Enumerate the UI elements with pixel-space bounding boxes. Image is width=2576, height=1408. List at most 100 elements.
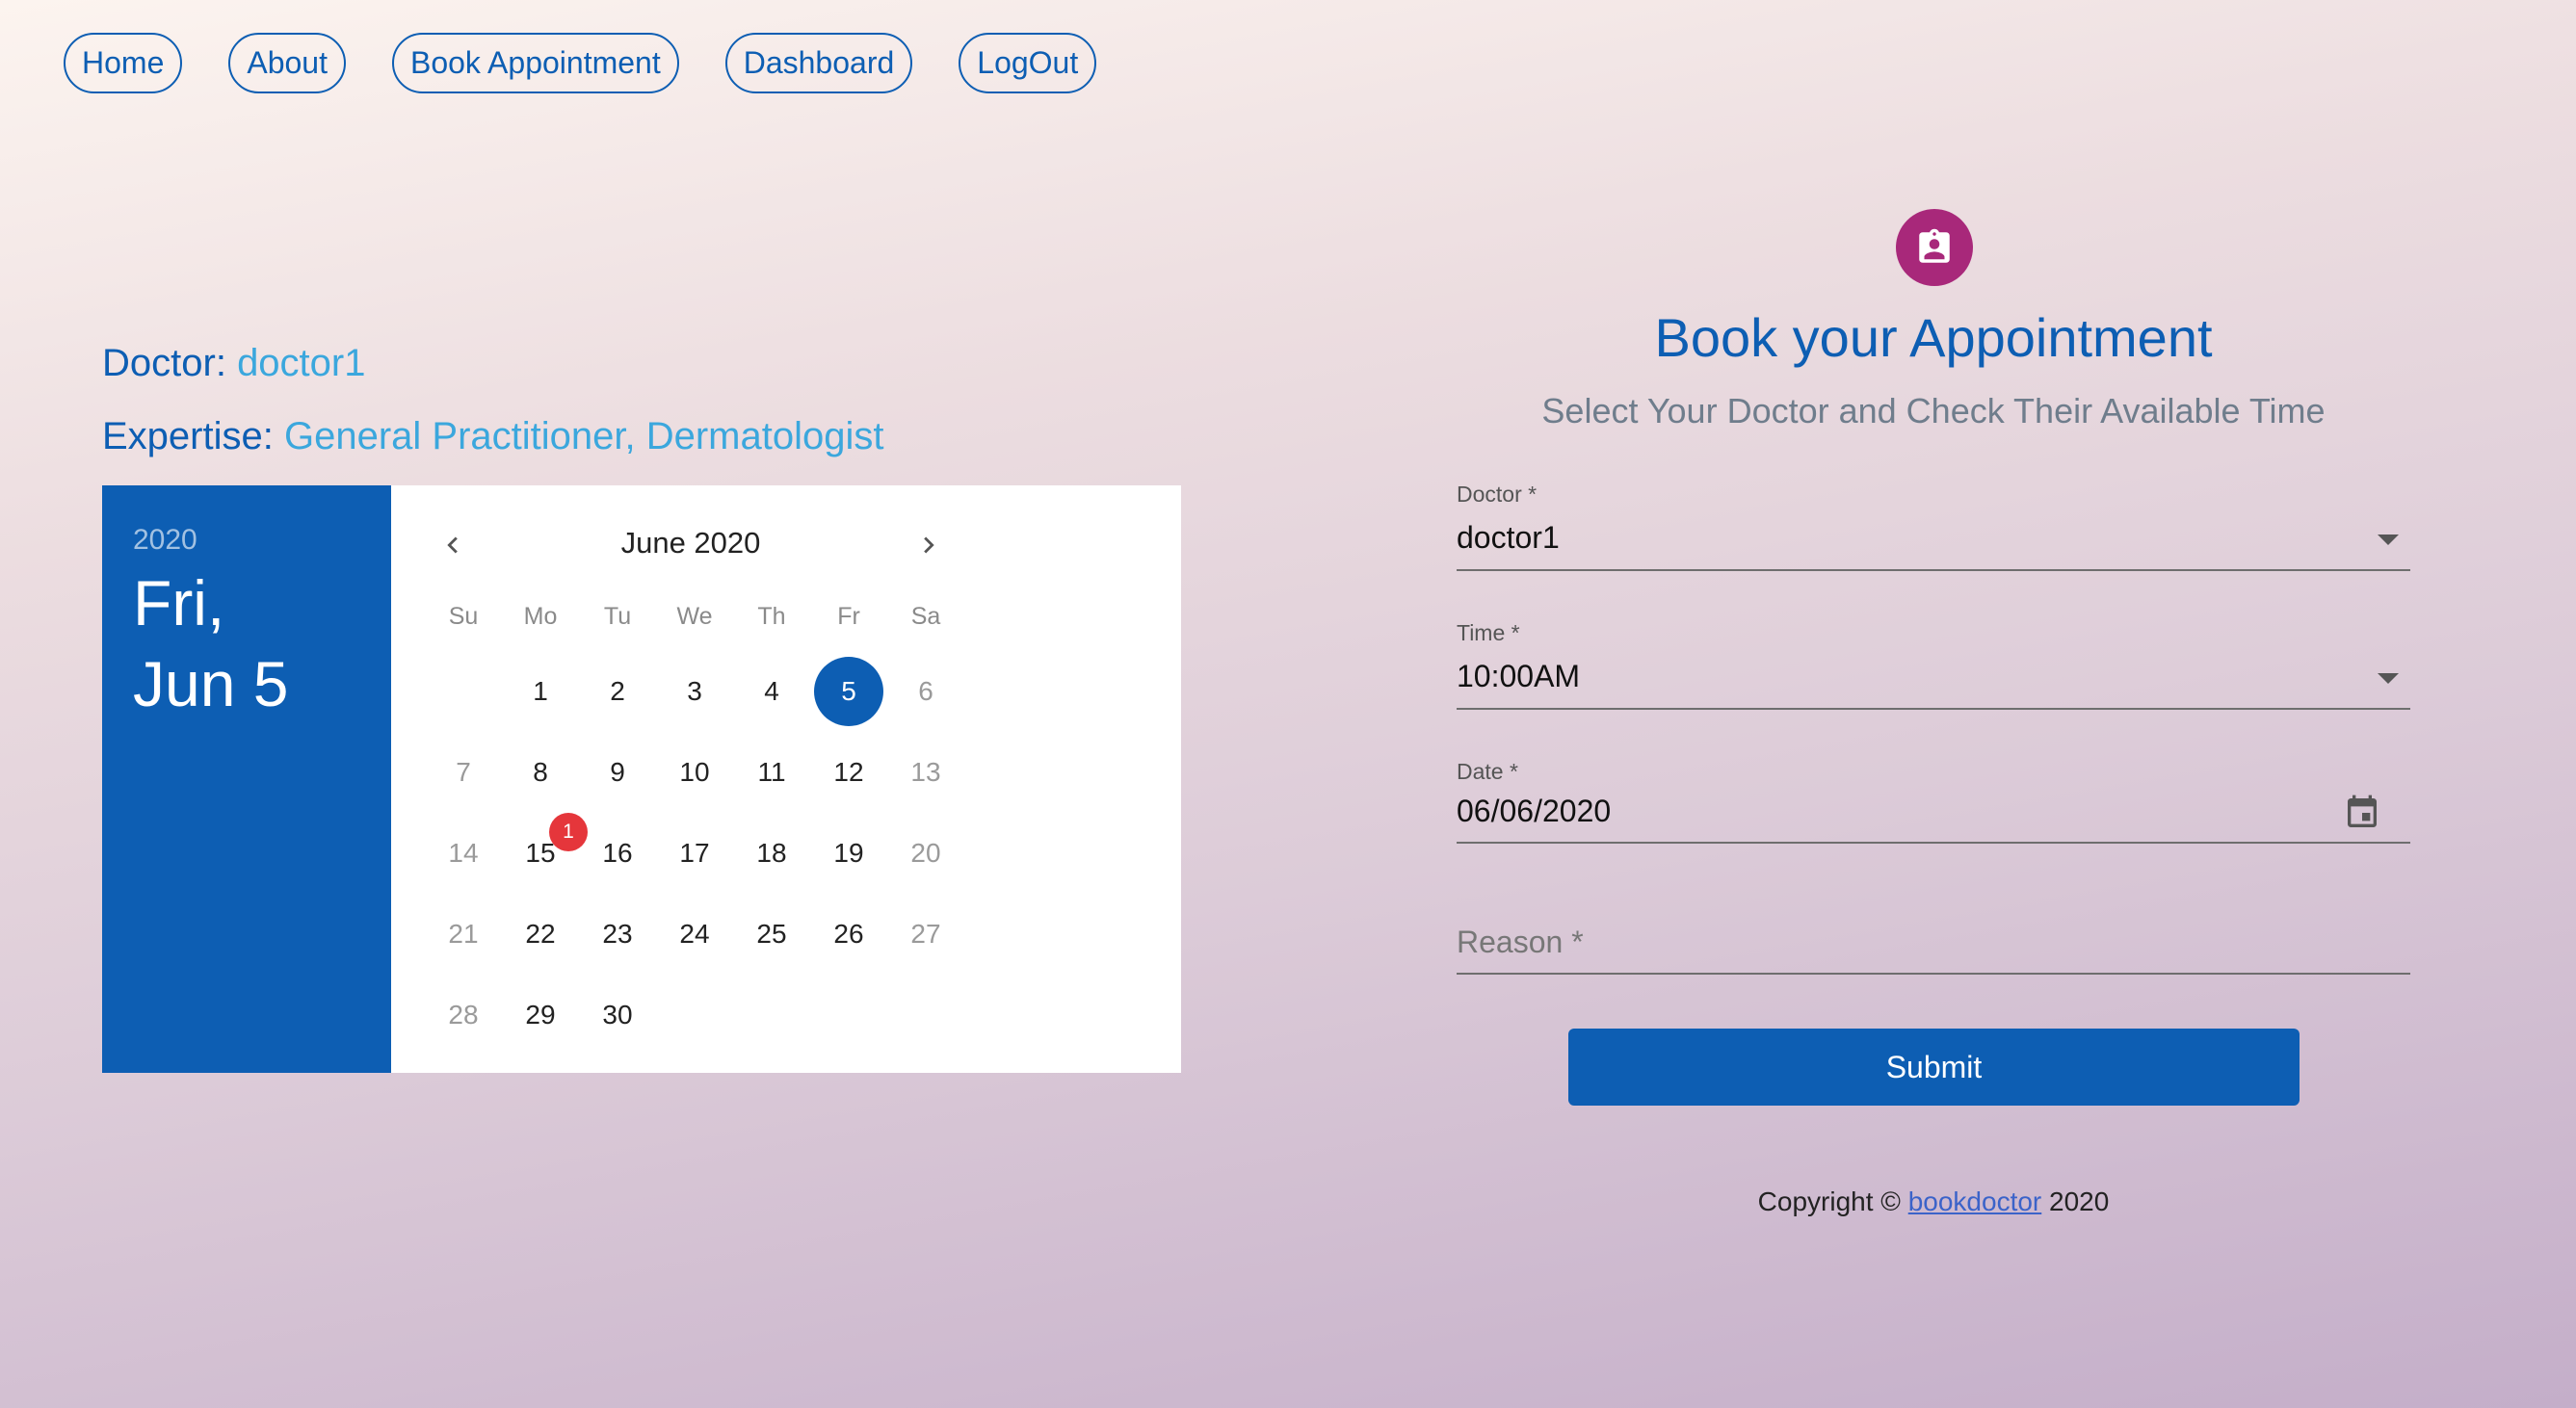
calendar-day-24[interactable]: 24 [656, 900, 733, 969]
month-label: June 2020 [620, 526, 761, 560]
copyright-footer: Copyright © bookdoctor 2020 [1457, 1186, 2410, 1217]
nav-home-button[interactable]: Home [64, 33, 183, 93]
calendar-day-5[interactable]: 5 [810, 657, 887, 726]
calendar-day-8[interactable]: 8 [502, 738, 579, 807]
calendar-day-14[interactable]: 14 [425, 819, 502, 888]
calendar-day-19[interactable]: 19 [810, 819, 887, 888]
calendar-day-1[interactable]: 1 [502, 657, 579, 726]
calendar-day-30[interactable]: 30 [579, 980, 656, 1050]
reason-field[interactable]: Reason * [1457, 905, 2410, 975]
calendar-day-23[interactable]: 23 [579, 900, 656, 969]
calendar-week-row: 14 15 1 16 17 18 19 20 [425, 813, 964, 888]
dropdown-arrow-icon[interactable] [2378, 535, 2399, 545]
calendar-day-16[interactable]: 16 [579, 819, 656, 888]
calendar-day-number: 8 [533, 757, 548, 787]
calendar-day-20[interactable]: 20 [887, 819, 964, 888]
calendar-day-29[interactable]: 29 [502, 980, 579, 1050]
form-title: Book your Appointment [1654, 307, 2213, 368]
doctor-select-value: doctor1 [1457, 520, 1560, 555]
nav-logout-button[interactable]: LogOut [959, 33, 1097, 93]
calendar-week-row: 28 29 30 [425, 980, 964, 1050]
calendar-day-number: 9 [610, 757, 625, 787]
calendar-day-17[interactable]: 17 [656, 819, 733, 888]
calendar-day-number: 13 [910, 757, 941, 787]
calendar-day-18[interactable]: 18 [733, 819, 810, 888]
calendar-day-number: 24 [679, 919, 710, 949]
calendar-week-row: 7 8 9 10 11 12 13 [425, 738, 964, 807]
calendar-day-11[interactable]: 11 [733, 738, 810, 807]
calendar-empty-cell [425, 657, 502, 726]
calendar-day-number: 3 [687, 676, 702, 706]
calendar-day-22[interactable]: 22 [502, 900, 579, 969]
calendar-day-number: 4 [764, 676, 779, 706]
doctor-select[interactable]: Doctor * doctor1 [1457, 482, 2410, 571]
date-picker: 2020 Fri, Jun 5 June 2020 Su Mo Tu We Th… [102, 485, 1181, 1073]
picker-selected-weekday: Fri, [133, 567, 225, 639]
picker-selected-date: Fri, Jun 5 [133, 562, 360, 724]
calendar-day-9[interactable]: 9 [579, 738, 656, 807]
bookdoctor-link[interactable]: bookdoctor [1908, 1186, 2042, 1216]
calendar-day-7[interactable]: 7 [425, 738, 502, 807]
calendar-grid-panel: June 2020 Su Mo Tu We Th Fr Sa 123456789… [391, 485, 1181, 1073]
calendar-day-number: 30 [602, 1000, 633, 1030]
calendar-day-4[interactable]: 4 [733, 657, 810, 726]
dropdown-arrow-icon[interactable] [2378, 673, 2399, 684]
calendar-day-number: 5 [841, 676, 856, 706]
nav-dashboard-button[interactable]: Dashboard [724, 33, 913, 93]
calendar-day-number: 29 [525, 1000, 556, 1030]
month-navigation: June 2020 [430, 522, 952, 568]
expertise-value: General Practitioner, Dermatologist [283, 415, 884, 457]
calendar-day-number: 27 [910, 919, 941, 949]
calendar-day-12[interactable]: 12 [810, 738, 887, 807]
calendar-day-10[interactable]: 10 [656, 738, 733, 807]
calendar-day-15[interactable]: 15 1 [502, 813, 588, 888]
weekday-label: Tu [603, 603, 632, 630]
nav-book-appointment-button[interactable]: Book Appointment [391, 33, 679, 93]
calendar-day-25[interactable]: 25 [733, 900, 810, 969]
calendar-day-number: 17 [679, 838, 710, 868]
calendar-day-13[interactable]: 13 [887, 738, 964, 807]
calendar-day-number: 7 [456, 757, 471, 787]
weekday-label: Th [757, 603, 786, 630]
calendar-day-27[interactable]: 27 [887, 900, 964, 969]
top-nav: Home About Book Appointment Dashboard Lo… [64, 33, 1097, 93]
picker-year[interactable]: 2020 [133, 524, 360, 557]
calendar-day-number: 1 [533, 676, 548, 706]
calendar-day-number: 16 [602, 838, 633, 868]
calendar-day-2[interactable]: 2 [579, 657, 656, 726]
submit-button[interactable]: Submit [1568, 1029, 2300, 1106]
calendar-day-number: 19 [833, 838, 864, 868]
calendar-day-21[interactable]: 21 [425, 900, 502, 969]
doctor-select-label: Doctor * [1457, 482, 1538, 507]
calendar-day-26[interactable]: 26 [810, 900, 887, 969]
weekday-label: We [676, 603, 713, 630]
date-field-label: Date * [1457, 759, 1518, 784]
calendar-empty-cell [733, 980, 810, 1050]
calendar-day-number: 11 [757, 757, 786, 787]
date-field[interactable]: Date * 06/06/2020 [1457, 759, 2410, 844]
calendar-day-number: 23 [602, 919, 633, 949]
time-select[interactable]: Time * 10:00AM [1457, 620, 2410, 710]
weekday-label: Mo [523, 603, 558, 630]
calendar-day-number: 25 [756, 919, 787, 949]
calendar-day-6[interactable]: 6 [887, 657, 964, 726]
time-select-value: 10:00AM [1457, 659, 1581, 693]
calendar-day-3[interactable]: 3 [656, 657, 733, 726]
chevron-right-icon[interactable] [906, 522, 952, 568]
calendar-day-number: 28 [448, 1000, 479, 1030]
contact-badge-icon [1896, 209, 1973, 286]
picker-selected-day: Jun 5 [133, 648, 289, 719]
calendar-day-number: 2 [610, 676, 625, 706]
reason-field-label: Reason * [1457, 925, 1584, 959]
calendar-day-number: 15 [525, 838, 556, 868]
form-subtitle: Select Your Doctor and Check Their Avail… [1541, 391, 2326, 430]
calendar-icon[interactable] [2343, 792, 2381, 834]
calendar-day-28[interactable]: 28 [425, 980, 502, 1050]
expertise-label: Expertise: [102, 415, 274, 457]
copyright-year: 2020 [2049, 1186, 2110, 1216]
nav-about-button[interactable]: About [228, 33, 346, 93]
expertise-info: Expertise: General Practitioner, Dermato… [102, 415, 883, 458]
calendar-day-number: 10 [679, 757, 710, 787]
weekday-label: Su [448, 603, 479, 630]
calendar-week-row: 21 22 23 24 25 26 27 [425, 900, 964, 969]
